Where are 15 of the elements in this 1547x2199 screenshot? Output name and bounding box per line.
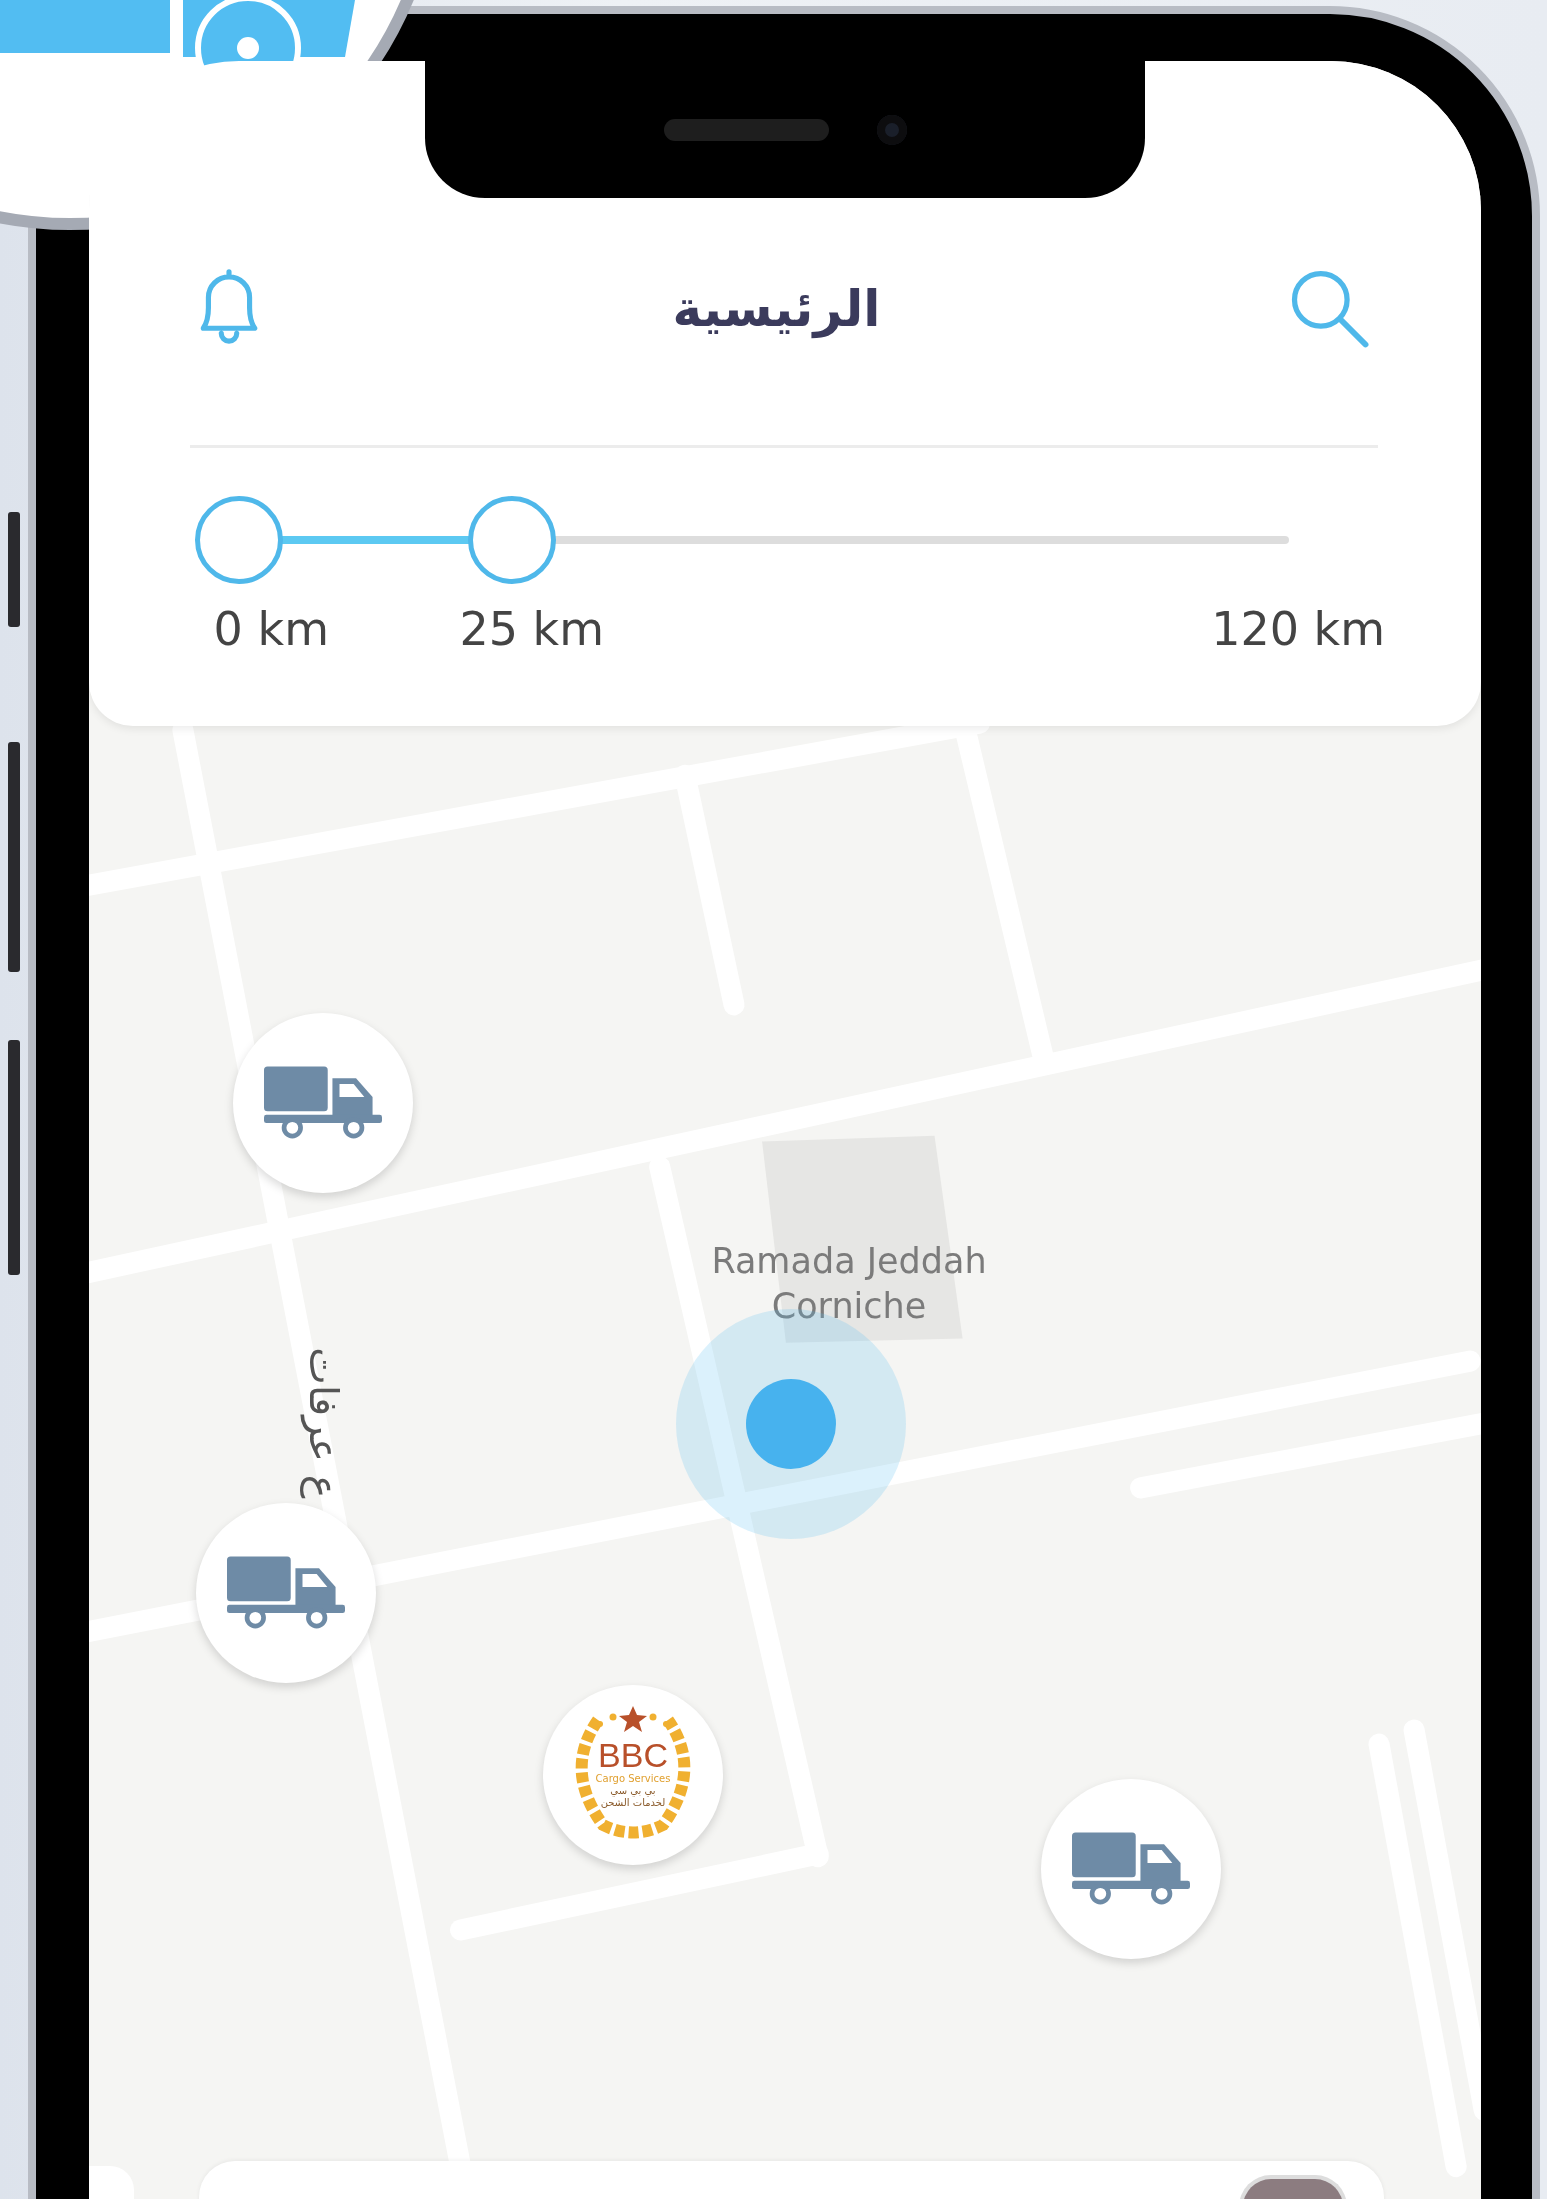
camera-lens — [876, 114, 907, 145]
truck-icon — [264, 1066, 382, 1140]
logo-arabic-text: بي بي سي — [610, 1785, 656, 1797]
street-label: ع عرفات — [299, 1346, 348, 1501]
place-label: Ramada Jeddah Corniche — [710, 1240, 988, 1328]
logo-title: BBC — [598, 1738, 668, 1772]
truck-icon — [1072, 1832, 1190, 1906]
distance-label: 25 km — [459, 602, 605, 656]
screen-title: الرئيسية — [672, 280, 881, 338]
truck-icon — [227, 1556, 345, 1630]
distance-label: 120 km — [1211, 602, 1385, 656]
distance-label: 0 km — [213, 602, 329, 656]
bottom-card[interactable] — [199, 2161, 1384, 2199]
logo-subtitle: Cargo Services — [595, 1772, 671, 1785]
logo-arabic-text: لخدمات الشحن — [600, 1797, 666, 1809]
